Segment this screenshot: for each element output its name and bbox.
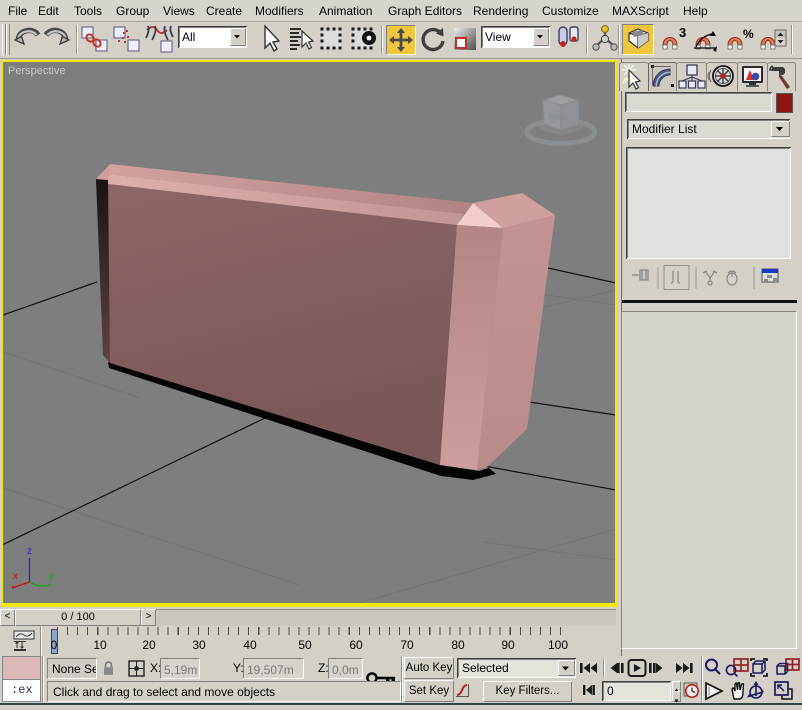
svg-text:x: x <box>13 571 18 582</box>
svg-text:3: 3 <box>679 26 686 40</box>
svg-text:y: y <box>49 571 54 582</box>
svg-text:%: % <box>743 27 754 41</box>
svg-text:FRONT: FRONT <box>549 116 570 122</box>
svg-text:z: z <box>27 546 32 557</box>
